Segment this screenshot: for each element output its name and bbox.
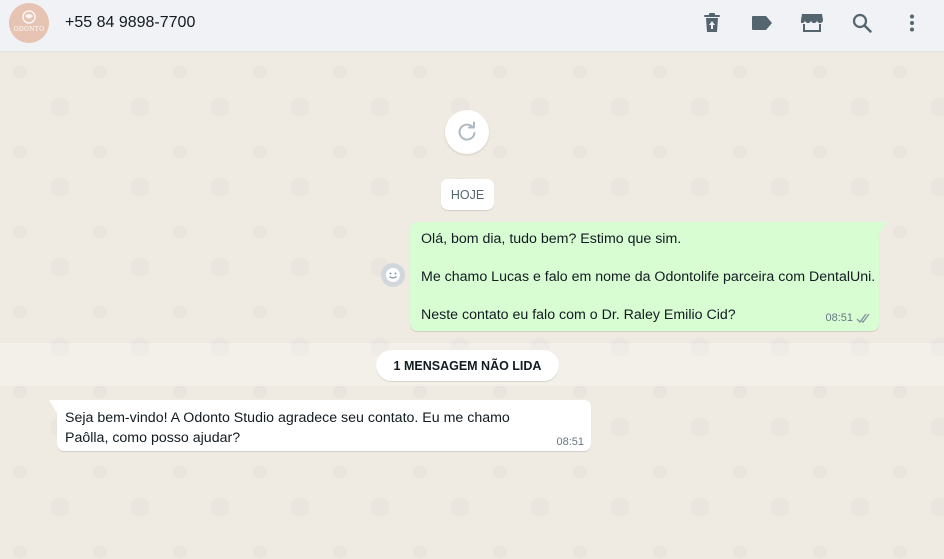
chat-area: HOJE Olá, bom dia, tudo bem? Estimo que …	[0, 52, 944, 559]
chat-header: ODONTO +55 84 9898-7700	[0, 0, 944, 52]
message-line: Me chamo Lucas e falo em nome da Odontol…	[421, 269, 876, 285]
message-text: Seja bem-vindo! A Odonto Studio agradece…	[65, 410, 510, 446]
store-icon[interactable]	[799, 10, 825, 36]
avatar[interactable]: ODONTO	[9, 3, 49, 43]
message-meta: 08:51	[825, 312, 872, 324]
avatar-logo-icon	[9, 3, 49, 43]
unread-messages-chip: 1 MENSAGEM NÃO LIDA	[376, 350, 559, 381]
message-line: Neste contato eu falo com o Dr. Raley Em…	[421, 307, 736, 323]
outgoing-message[interactable]: Olá, bom dia, tudo bem? Estimo que sim. …	[410, 222, 887, 331]
contact-name[interactable]: +55 84 9898-7700	[65, 14, 195, 32]
refresh-icon	[458, 121, 476, 141]
message-meta: 08:51	[556, 436, 584, 448]
message-time: 08:51	[825, 312, 853, 324]
message-time: 08:51	[556, 436, 584, 448]
bubble-tail	[49, 400, 57, 413]
avatar-text: ODONTO	[13, 26, 45, 33]
bubble-tail	[879, 222, 887, 235]
refresh-button[interactable]	[445, 110, 489, 154]
menu-icon[interactable]	[899, 10, 925, 36]
delete-icon[interactable]	[699, 10, 725, 36]
smiley-icon	[386, 268, 400, 282]
date-chip: HOJE	[441, 179, 494, 210]
emoji-reaction-button[interactable]	[381, 263, 405, 287]
search-icon[interactable]	[849, 10, 875, 36]
double-check-icon	[856, 313, 870, 323]
incoming-message[interactable]: Seja bem-vindo! A Odonto Studio agradece…	[49, 400, 591, 451]
message-line: Olá, bom dia, tudo bem? Estimo que sim.	[421, 231, 682, 247]
label-icon[interactable]	[749, 10, 775, 36]
